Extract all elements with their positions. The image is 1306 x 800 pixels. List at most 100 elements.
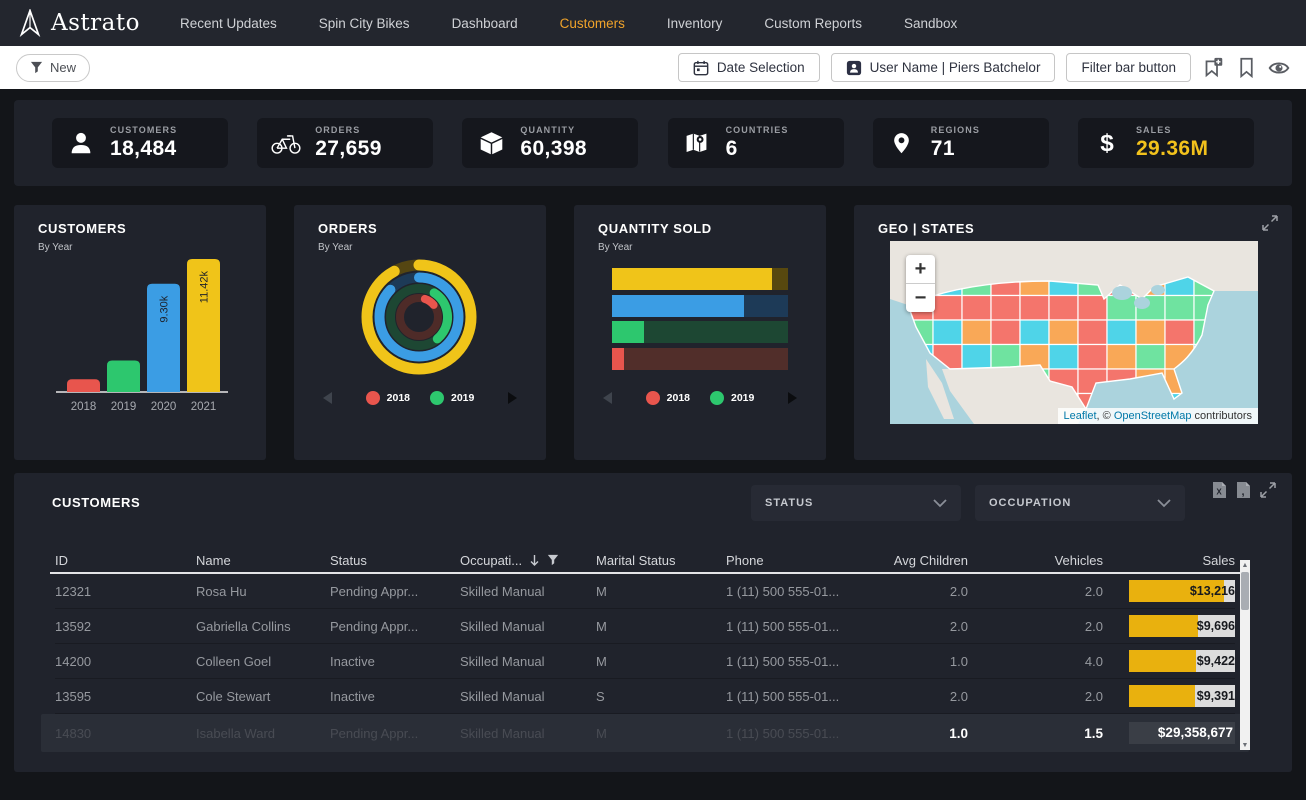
- column-filter-icon[interactable]: [547, 554, 559, 566]
- legend-item-2018: 2018: [646, 391, 690, 405]
- sort-desc-icon[interactable]: [529, 554, 540, 567]
- legend-prev-arrow[interactable]: [603, 392, 612, 404]
- cell-occupation: Skilled Manual: [460, 584, 596, 599]
- nav-item-custom-reports[interactable]: Custom Reports: [764, 16, 862, 31]
- hbar-2021[interactable]: [612, 268, 788, 290]
- nav-item-sandbox[interactable]: Sandbox: [904, 16, 957, 31]
- cell-phone: 1 (11) 500 555-01...: [726, 584, 876, 599]
- state-shape[interactable]: [1165, 320, 1194, 345]
- nav-item-inventory[interactable]: Inventory: [667, 16, 723, 31]
- total-vehicles: 1.5: [968, 726, 1103, 741]
- column-header-id[interactable]: ID: [55, 553, 196, 568]
- leaflet-map[interactable]: + − Leaflet, © OpenStreetMap contributor…: [890, 241, 1258, 424]
- chart-legend: 20182019: [294, 391, 546, 405]
- scroll-up-arrow[interactable]: ▲: [1241, 560, 1249, 570]
- bookmark-button[interactable]: [1235, 57, 1257, 79]
- faint-cell: Pending Appr...: [330, 726, 460, 741]
- cell-name: Gabriella Collins: [196, 619, 330, 634]
- state-shape[interactable]: [1165, 296, 1194, 321]
- state-shape[interactable]: [933, 296, 962, 321]
- nav-item-customers[interactable]: Customers: [560, 16, 625, 31]
- state-shape[interactable]: [933, 320, 962, 345]
- column-header-vehicles[interactable]: Vehicles: [968, 553, 1103, 568]
- state-shape[interactable]: [991, 320, 1020, 345]
- bar-2018[interactable]: [67, 379, 100, 392]
- state-shape[interactable]: [991, 296, 1020, 321]
- hbar-fill-2020: [612, 295, 744, 317]
- hbar-2019[interactable]: [612, 321, 788, 343]
- state-shape[interactable]: [1107, 345, 1136, 370]
- table-row[interactable]: 13595Cole StewartInactiveSkilled ManualS…: [55, 679, 1235, 714]
- map-zoom-in-button[interactable]: +: [906, 255, 935, 284]
- scroll-down-arrow[interactable]: ▼: [1241, 740, 1249, 750]
- filter-bar-button[interactable]: Filter bar button: [1066, 53, 1191, 82]
- occupation-filter-select[interactable]: OCCUPATION: [975, 485, 1185, 521]
- column-header-status[interactable]: Status: [330, 553, 460, 568]
- bar-2019[interactable]: [107, 361, 140, 392]
- astrato-mark-icon: [18, 9, 42, 37]
- hbar-2020[interactable]: [612, 295, 788, 317]
- state-shape[interactable]: [1049, 320, 1078, 345]
- customers-bar-chart: 201820199.30k202011.42k2021: [38, 257, 242, 417]
- cell-sales: $13,216: [1103, 580, 1235, 602]
- legend-prev-arrow[interactable]: [323, 392, 332, 404]
- status-filter-select[interactable]: STATUS: [751, 485, 961, 521]
- user-button[interactable]: User Name | Piers Batchelor: [831, 53, 1056, 82]
- export-csv-button[interactable]: ,: [1236, 481, 1251, 504]
- legend-label: 2018: [387, 392, 410, 404]
- legend-next-arrow[interactable]: [508, 392, 517, 404]
- kpi-card-sales: $SALES29.36M: [1078, 118, 1254, 168]
- attribution-text: , ©: [1097, 410, 1114, 422]
- state-shape[interactable]: [1020, 296, 1049, 321]
- nav-item-dashboard[interactable]: Dashboard: [452, 16, 518, 31]
- state-shape[interactable]: [962, 296, 991, 321]
- expand-icon[interactable]: [1260, 482, 1276, 503]
- state-shape[interactable]: [1107, 320, 1136, 345]
- view-button[interactable]: [1268, 57, 1290, 79]
- state-shape[interactable]: [1078, 296, 1107, 321]
- legend-dot: [646, 391, 660, 405]
- date-selection-button[interactable]: Date Selection: [678, 53, 820, 82]
- table-scrollbar[interactable]: ▲ ▼: [1240, 560, 1250, 750]
- state-shape[interactable]: [1136, 320, 1165, 345]
- cell-id: 14200: [55, 654, 196, 669]
- state-shape[interactable]: [1078, 345, 1107, 370]
- osm-link[interactable]: OpenStreetMap: [1114, 410, 1192, 422]
- leaflet-link[interactable]: Leaflet: [1064, 410, 1097, 422]
- add-bookmark-button[interactable]: [1202, 57, 1224, 79]
- nav-item-recent-updates[interactable]: Recent Updates: [180, 16, 277, 31]
- state-shape[interactable]: [991, 345, 1020, 370]
- column-header-occupati[interactable]: Occupati...: [460, 553, 596, 568]
- column-header-sales[interactable]: Sales: [1103, 553, 1235, 568]
- column-header-name[interactable]: Name: [196, 553, 330, 568]
- column-header-phone[interactable]: Phone: [726, 553, 876, 568]
- cell-vehicles: 2.0: [968, 584, 1103, 599]
- state-shape[interactable]: [962, 345, 991, 370]
- cell-phone: 1 (11) 500 555-01...: [726, 689, 876, 704]
- legend-next-arrow[interactable]: [788, 392, 797, 404]
- faint-cell: 14830: [55, 726, 196, 741]
- nav-item-spin-city-bikes[interactable]: Spin City Bikes: [319, 16, 410, 31]
- state-shape[interactable]: [1049, 345, 1078, 370]
- cell-avg-children: 2.0: [876, 689, 968, 704]
- column-header-marital-status[interactable]: Marital Status: [596, 553, 726, 568]
- table-row[interactable]: 12321Rosa HuPending Appr...Skilled Manua…: [55, 574, 1235, 609]
- state-shape[interactable]: [1078, 320, 1107, 345]
- expand-icon[interactable]: [1262, 215, 1278, 236]
- bar-value-label: 9.30k: [159, 295, 171, 322]
- table-row[interactable]: 14200Colleen GoelInactiveSkilled ManualM…: [55, 644, 1235, 679]
- column-header-avg-children[interactable]: Avg Children: [876, 553, 968, 568]
- brand-logo[interactable]: Astrato: [18, 9, 140, 37]
- state-shape[interactable]: [1049, 296, 1078, 321]
- kpi-value: 18,484: [110, 137, 177, 161]
- table-row[interactable]: 13592Gabriella CollinsPending Appr...Ski…: [55, 609, 1235, 644]
- state-shape[interactable]: [1136, 345, 1165, 370]
- cell-status: Pending Appr...: [330, 619, 460, 634]
- export-excel-button[interactable]: X: [1212, 481, 1227, 504]
- map-zoom-out-button[interactable]: −: [906, 284, 935, 312]
- hbar-2018[interactable]: [612, 348, 788, 370]
- state-shape[interactable]: [962, 320, 991, 345]
- scrollbar-thumb[interactable]: [1241, 572, 1249, 610]
- new-filter-button[interactable]: New: [16, 54, 90, 82]
- state-shape[interactable]: [1020, 320, 1049, 345]
